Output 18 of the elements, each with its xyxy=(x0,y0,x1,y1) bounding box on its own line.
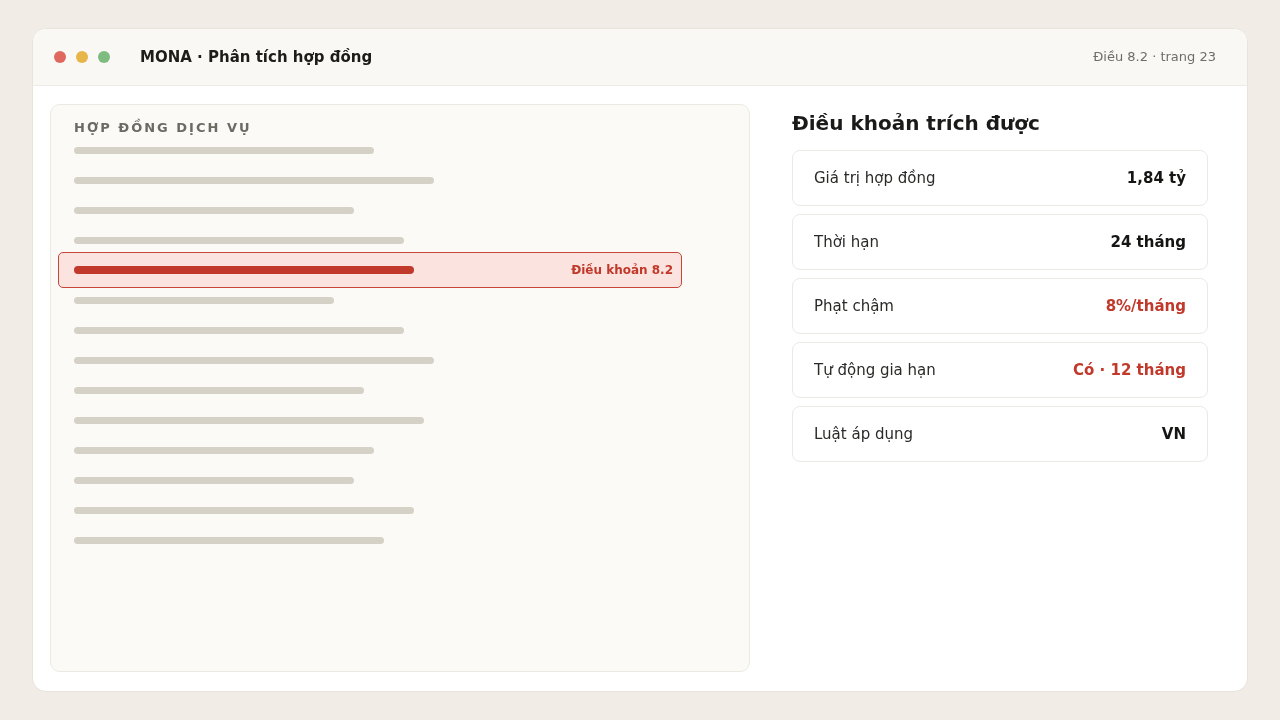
panel-title: Điều khoản trích được xyxy=(792,111,1040,135)
highlighted-clause[interactable]: Điều khoản 8.2 xyxy=(58,252,682,288)
field-value: 24 tháng xyxy=(1110,231,1186,253)
field-label: Giá trị hợp đồng xyxy=(814,167,936,189)
document-location: Điều 8.2 · trang 23 xyxy=(1093,48,1216,67)
field-value: 8%/tháng xyxy=(1105,295,1186,317)
field-value: VN xyxy=(1161,423,1186,445)
field-value: 1,84 tỷ xyxy=(1126,167,1186,189)
field-value: Có · 12 tháng xyxy=(1073,359,1186,381)
window-close-icon[interactable] xyxy=(54,51,66,63)
window-title: MONA · Phân tích hợp đồng xyxy=(140,46,373,68)
field-label: Thời hạn xyxy=(814,231,879,253)
field-label: Phạt chậm xyxy=(814,295,894,317)
window-minimize-icon[interactable] xyxy=(76,51,88,63)
window-maximize-icon[interactable] xyxy=(98,51,110,63)
clause-label: Điều khoản 8.2 xyxy=(571,262,673,279)
field-label: Luật áp dụng xyxy=(814,423,913,445)
field-label: Tự động gia hạn xyxy=(814,359,936,381)
